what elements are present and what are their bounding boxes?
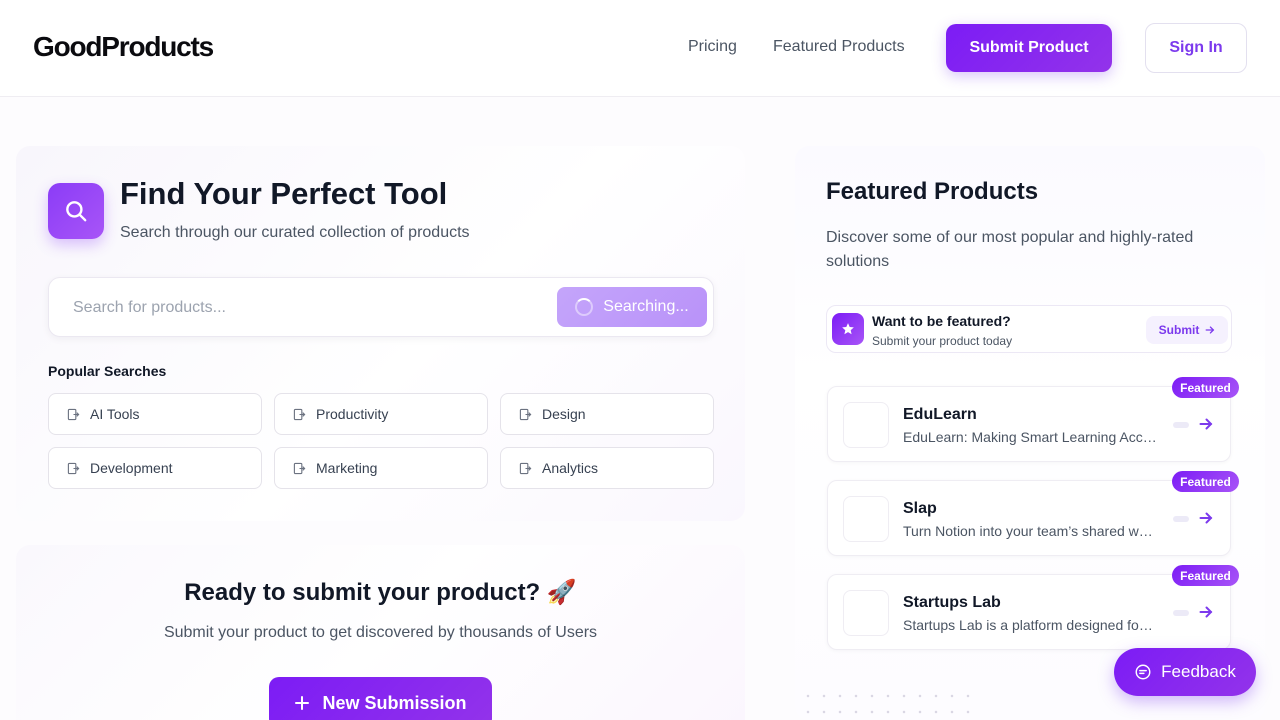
product-name: Slap xyxy=(903,500,937,517)
chip-label: AI Tools xyxy=(90,406,140,422)
product-description: Startups Lab is a platform designed for … xyxy=(903,617,1157,633)
arrow-right-icon[interactable] xyxy=(1199,417,1213,431)
featured-product-card[interactable]: EduLearn EduLearn: Making Smart Learning… xyxy=(827,386,1231,462)
nav-link-pricing[interactable]: Pricing xyxy=(688,38,737,56)
product-tag-placeholder xyxy=(1173,422,1189,428)
featured-title: Featured Products xyxy=(826,178,1039,205)
product-logo xyxy=(843,590,889,636)
top-navbar: GoodProducts Pricing Featured Products S… xyxy=(0,0,1280,97)
external-link-icon xyxy=(519,408,532,420)
product-tag-placeholder xyxy=(1173,516,1189,522)
submit-product-button[interactable]: Submit Product xyxy=(946,24,1112,72)
arrow-right-icon xyxy=(1205,326,1215,334)
promo-submit-button[interactable]: Submit xyxy=(1146,316,1228,344)
external-link-icon xyxy=(67,462,80,474)
promo-subtitle: Submit your product today xyxy=(872,334,1013,348)
chip-label: Productivity xyxy=(316,406,389,422)
external-link-icon xyxy=(293,408,306,420)
featured-product-card[interactable]: Slap Turn Notion into your team’s shared… xyxy=(827,480,1231,556)
search-subtitle: Search through our curated collection of… xyxy=(120,224,470,241)
popular-searches-label: Popular Searches xyxy=(48,363,167,379)
promo-submit-label: Submit xyxy=(1158,323,1200,337)
searching-button[interactable]: Searching... xyxy=(557,287,707,327)
submit-subtitle: Submit your product to get discovered by… xyxy=(163,624,598,641)
product-description: Turn Notion into your team’s shared work… xyxy=(903,523,1157,539)
chip-label: Development xyxy=(90,460,173,476)
popular-search-chip[interactable]: Analytics xyxy=(500,447,714,489)
decorative-dot-grid xyxy=(800,688,980,718)
spinner-icon xyxy=(575,298,594,316)
nav-link-featured-products[interactable]: Featured Products xyxy=(773,38,905,56)
search-input[interactable] xyxy=(73,296,543,320)
featured-subtitle: Discover some of our most popular and hi… xyxy=(826,229,1194,270)
plus-icon xyxy=(295,696,310,710)
external-link-icon xyxy=(293,462,306,474)
feedback-button[interactable]: Feedback xyxy=(1114,648,1256,696)
product-description: EduLearn: Making Smart Learning Accessib… xyxy=(903,429,1157,445)
star-icon xyxy=(832,313,864,345)
external-link-icon xyxy=(519,462,532,474)
featured-badge: Featured xyxy=(1172,565,1239,586)
external-link-icon xyxy=(67,408,80,420)
product-tag-placeholder xyxy=(1173,610,1189,616)
promo-title: Want to be featured? xyxy=(872,313,1011,329)
submit-title: Ready to submit your product? 🚀 xyxy=(184,579,577,606)
new-submission-button[interactable]: New Submission xyxy=(269,677,492,720)
featured-badge: Featured xyxy=(1172,471,1239,492)
feedback-label: Feedback xyxy=(1161,662,1236,681)
featured-product-card[interactable]: Startups Lab Startups Lab is a platform … xyxy=(827,574,1231,650)
chip-label: Marketing xyxy=(316,460,378,476)
chip-label: Design xyxy=(542,406,586,422)
arrow-right-icon[interactable] xyxy=(1199,605,1213,619)
product-logo xyxy=(843,402,889,448)
popular-search-chip[interactable]: Productivity xyxy=(274,393,488,435)
featured-promo-banner: Want to be featured? Submit your product… xyxy=(826,305,1232,353)
search-bar: Searching... xyxy=(48,277,714,337)
popular-search-chip[interactable]: AI Tools xyxy=(48,393,262,435)
product-name: Startups Lab xyxy=(903,594,1001,611)
chat-icon xyxy=(1135,664,1151,680)
chip-label: Analytics xyxy=(542,460,599,476)
popular-search-chip[interactable]: Design xyxy=(500,393,714,435)
popular-search-chip[interactable]: Development xyxy=(48,447,262,489)
search-title: Find Your Perfect Tool xyxy=(120,176,448,211)
product-logo xyxy=(843,496,889,542)
sign-in-button[interactable]: Sign In xyxy=(1145,23,1247,73)
featured-badge: Featured xyxy=(1172,377,1239,398)
arrow-right-icon[interactable] xyxy=(1199,511,1213,525)
product-name: EduLearn xyxy=(903,406,977,423)
search-icon xyxy=(48,183,104,239)
new-submission-label: New Submission xyxy=(322,692,467,713)
popular-search-chip[interactable]: Marketing xyxy=(274,447,488,489)
searching-button-label: Searching... xyxy=(603,298,689,315)
site-logo[interactable]: GoodProducts xyxy=(33,31,214,63)
